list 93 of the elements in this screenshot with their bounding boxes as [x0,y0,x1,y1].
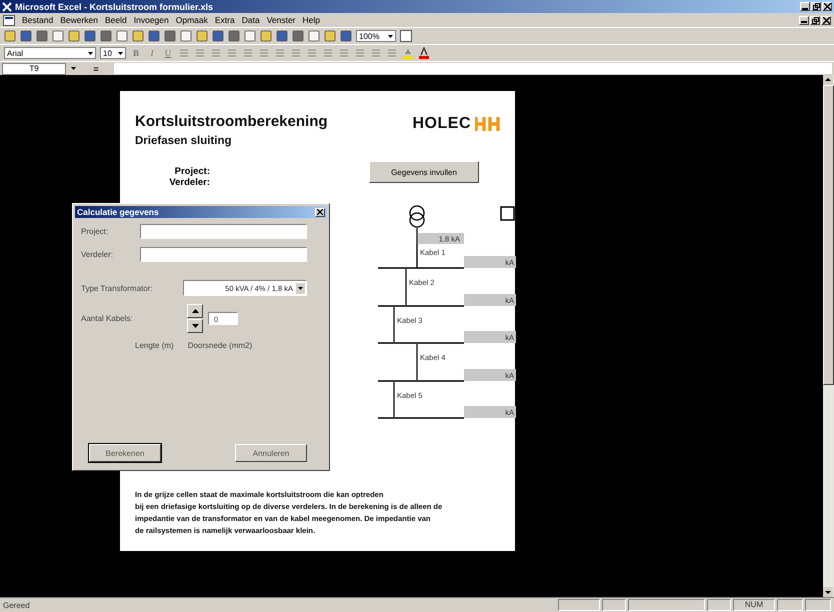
menu-item[interactable]: Beeld [105,15,127,25]
edit-formula-button[interactable]: = [81,64,111,74]
toolbar-icon[interactable] [164,30,176,42]
zoom-dropdown[interactable]: 100% [356,30,396,42]
sheet-subtitle: Driefasen sluiting [135,135,232,147]
dialog-button[interactable]: Annuleren [235,444,307,462]
menu-item[interactable]: Bestand [22,15,54,25]
minimize-button[interactable] [799,16,809,24]
result-cell [464,256,516,268]
close-icon [822,16,830,24]
column-header: Doorsnede (mm2) [188,341,252,350]
menu-item[interactable]: Data [242,15,260,25]
field-label: Aantal Kabels: [81,314,134,323]
fill-color-icon[interactable] [402,47,414,59]
toolbar-icon[interactable] [68,30,80,42]
field-label: Verdeler: [81,250,114,259]
close-icon [824,3,830,10]
menu-item[interactable]: Help [302,15,320,25]
toolbar-icon[interactable] [308,30,320,42]
logo-icon [475,117,501,131]
minimize-button[interactable] [800,2,810,11]
status-text: Gereed [3,600,31,610]
toolbar-icon[interactable] [20,30,32,42]
dropdown-arrow-icon [388,34,393,38]
field-label: Project: [81,227,108,236]
menu-item[interactable]: Opmaak [176,15,208,25]
dialog-title: Calculatie gegevens [77,207,159,217]
excel-icon [2,2,12,12]
toolbar-icon[interactable] [212,30,224,42]
toolbar-icon[interactable] [148,30,160,42]
toolbar-icon[interactable] [84,30,96,42]
toolbar-icon[interactable] [4,30,16,42]
toolbar-icon[interactable] [228,30,240,42]
menu-item[interactable]: Venster [266,15,296,25]
menu-item[interactable]: Extra [214,15,235,25]
maximize-button[interactable] [811,2,821,11]
dropdown-arrow-icon [118,52,123,54]
fill-in-data-button[interactable]: Gegevens invullen [369,161,479,183]
toolbar-icon[interactable] [260,30,272,42]
name-box[interactable]: T9 [2,62,66,74]
close-button[interactable] [822,2,832,11]
spin-down-button[interactable] [187,319,203,333]
toolbar-icon[interactable] [180,30,192,42]
cable-line [393,307,395,342]
menu-item[interactable]: Bewerken [60,15,98,25]
toolbar-icon[interactable] [340,30,352,42]
toolbar-icon[interactable] [132,30,144,42]
up-arrow-icon [192,309,198,313]
toolbar-icon[interactable] [52,30,64,42]
column-header: Lengte (m) [135,341,174,350]
field-label: Verdeler: [169,177,210,188]
font-dropdown[interactable]: Arial [4,47,96,59]
toolbar-icon[interactable] [244,30,256,42]
sheet-title: Kortsluitstroomberekening [135,113,328,130]
field-label: Type Transformator: [81,284,153,292]
maximize-button[interactable] [810,16,820,24]
close-button[interactable] [821,16,831,24]
menu-item[interactable]: Invoegen [134,15,169,25]
spin-up-button[interactable] [187,304,203,318]
cable-line [393,382,395,417]
scroll-down-icon[interactable] [823,587,833,597]
toolbar-icon[interactable] [36,30,48,42]
toolbar-icon[interactable] [292,30,304,42]
field-label: Project: [174,166,210,177]
logo-text: HOLEC [412,115,471,133]
dialog-button[interactable]: Berekenen [89,444,161,462]
dropdown-arrow-icon [88,52,93,54]
scroll-thumb[interactable] [823,85,834,385]
cable-line [405,269,407,305]
result-cell [464,406,516,418]
result-cell [464,369,516,381]
down-arrow-icon [192,324,198,328]
close-icon [317,209,323,215]
num-lock-indicator: NUM [733,599,775,611]
font-color-icon[interactable] [418,47,430,59]
result-cell [464,294,516,306]
toolbar-icon[interactable] [196,30,208,42]
text-input[interactable] [140,224,307,239]
text-input[interactable] [140,247,307,262]
formula-input[interactable] [114,63,832,74]
help-icon[interactable] [400,30,412,42]
toolbar-icon[interactable] [276,30,288,42]
toolbar-icon[interactable] [100,30,112,42]
font-size-dropdown[interactable]: 10 [100,47,126,59]
result-cell [418,233,464,244]
vertical-scrollbar[interactable] [823,75,834,597]
toolbar-icon[interactable] [116,30,128,42]
scroll-up-icon[interactable] [823,75,833,85]
toolbar-icon[interactable] [324,30,336,42]
result-cell [464,331,516,343]
transformer-icon [409,205,425,228]
cable-line [416,344,418,380]
window-title: Microsoft Excel - Kortsluitstroom formulier.xls [15,2,214,12]
